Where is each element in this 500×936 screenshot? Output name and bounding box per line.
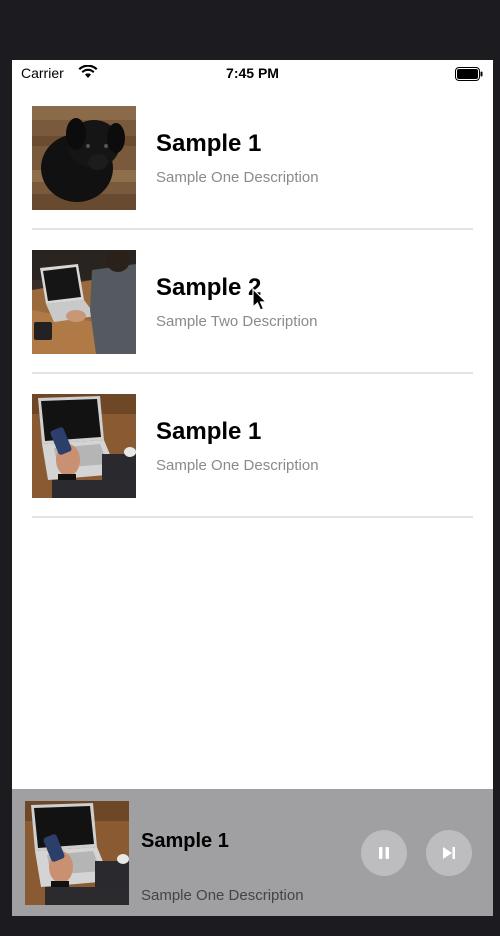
- item-title: Sample 1: [156, 418, 262, 445]
- skip-next-button[interactable]: [426, 830, 472, 876]
- list-item[interactable]: Sample 2 Sample Two Description: [12, 240, 493, 384]
- item-description: Sample One Description: [156, 457, 319, 474]
- row-divider: [32, 228, 473, 230]
- app-screen: Carrier 7:45 PM Sample 1 Sample One Desc…: [12, 60, 493, 916]
- row-divider: [32, 516, 473, 518]
- row-divider: [32, 372, 473, 374]
- item-description: Sample One Description: [156, 169, 319, 186]
- item-title: Sample 2: [156, 274, 262, 301]
- battery-icon: [455, 67, 483, 81]
- item-title: Sample 1: [156, 130, 262, 157]
- now-playing-title: Sample 1: [141, 830, 229, 852]
- now-playing-artwork: [25, 801, 129, 905]
- item-description: Sample Two Description: [156, 313, 318, 330]
- list-item[interactable]: Sample 1 Sample One Description: [12, 96, 493, 240]
- pause-button[interactable]: [361, 830, 407, 876]
- status-time: 7:45 PM: [226, 65, 279, 81]
- phone-and-laptop-image: [32, 394, 136, 498]
- status-bar: Carrier 7:45 PM: [12, 60, 493, 90]
- laptop-typing-image: [32, 250, 136, 354]
- list-item[interactable]: Sample 1 Sample One Description: [12, 384, 493, 528]
- black-puppy-image: [32, 106, 136, 210]
- sample-list: Sample 1 Sample One Description Sample 2…: [12, 96, 493, 528]
- skip-next-icon: [443, 847, 455, 859]
- mouse-pointer-icon: [252, 288, 268, 311]
- mini-player[interactable]: Sample 1 Sample One Description: [12, 789, 493, 916]
- now-playing-description: Sample One Description: [141, 887, 304, 904]
- pause-icon: [379, 847, 389, 859]
